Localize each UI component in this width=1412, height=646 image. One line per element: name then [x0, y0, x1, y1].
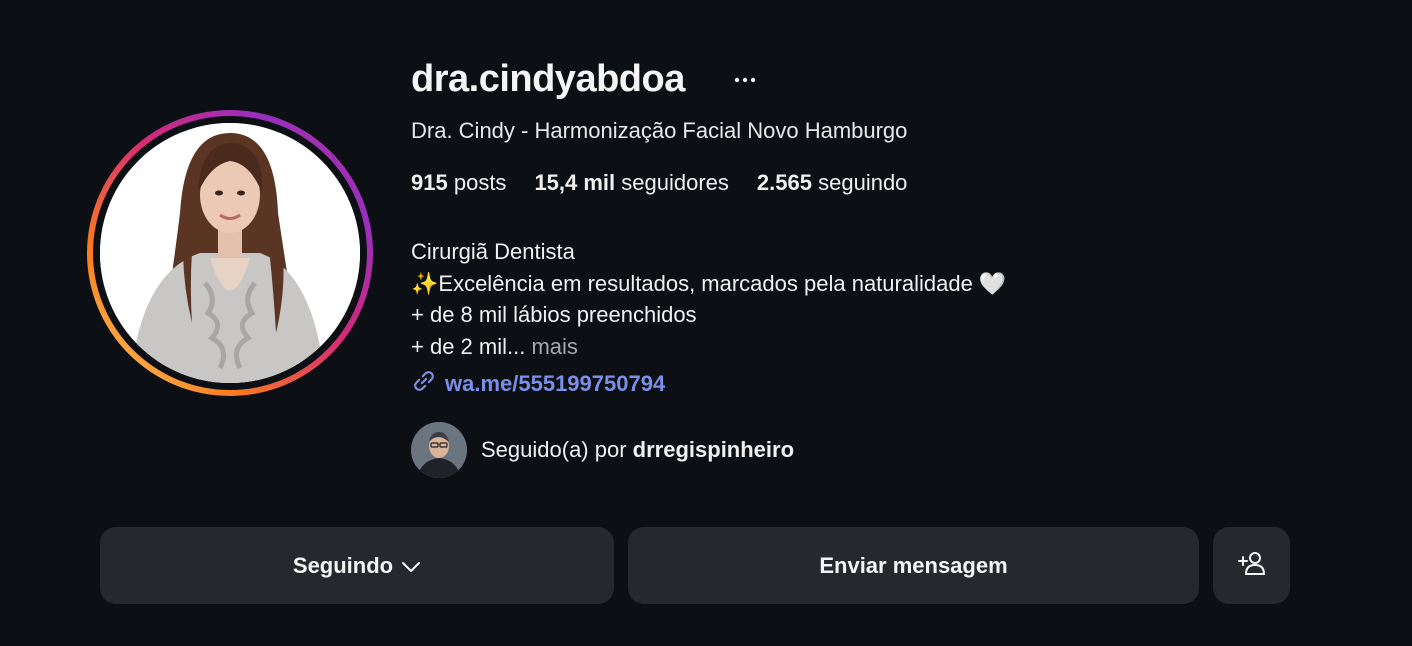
following-button-label: Seguindo: [292, 552, 394, 578]
ellipsis-icon[interactable]: [733, 68, 757, 92]
bio-line: + de 8 mil lábios preenchidos: [411, 302, 697, 327]
profile-page: dra.cindyabdoa Dra. Cindy - Harmonização…: [0, 0, 1412, 646]
external-link[interactable]: wa.me/555199750794: [411, 368, 665, 400]
following-label: seguindo: [818, 170, 908, 195]
bio-line: + de 2 mil... mais: [411, 331, 1006, 363]
add-person-icon: [1237, 550, 1266, 582]
profile-photo: [100, 123, 360, 383]
profile-photo-illustration: [100, 123, 360, 383]
following-button[interactable]: Seguindo: [100, 527, 614, 604]
chevron-down-icon: [401, 553, 421, 579]
send-message-label: Enviar mensagem: [819, 552, 1008, 578]
posts-count: 915: [411, 170, 448, 195]
external-link-text: wa.me/555199750794: [445, 371, 666, 396]
profile-bio: Cirurgiã Dentista ✨Excelência em resulta…: [411, 236, 1006, 362]
followed-by[interactable]: Seguido(a) por drregispinheiro: [411, 422, 794, 478]
send-message-button[interactable]: Enviar mensagem: [628, 527, 1199, 604]
followers-label: seguidores: [621, 170, 729, 195]
bio-line: Cirurgiã Dentista: [411, 239, 575, 264]
profile-username: dra.cindyabdoa: [411, 58, 685, 100]
following-count: 2.565: [756, 170, 812, 195]
profile-stats: 915 posts 15,4 mil seguidores 2.565 segu…: [411, 170, 907, 196]
link-icon: [411, 368, 437, 400]
bio-more-link[interactable]: mais: [531, 334, 577, 359]
followed-by-prefix: Seguido(a) por: [481, 437, 627, 462]
followers-count: 15,4 mil: [534, 170, 616, 195]
followers-stat[interactable]: 15,4 mil seguidores: [534, 170, 728, 196]
followed-by-text: Seguido(a) por drregispinheiro: [481, 437, 794, 463]
bio-line: ✨Excelência em resultados, marcados pela…: [411, 270, 1007, 296]
suggest-accounts-button[interactable]: [1213, 527, 1290, 604]
posts-label: posts: [453, 170, 507, 195]
bio-truncated-text: + de 2 mil...: [411, 333, 526, 359]
followed-by-username: drregispinheiro: [632, 437, 795, 462]
follower-avatar: [411, 422, 467, 478]
profile-full-name: Dra. Cindy - Harmonização Facial Novo Ha…: [411, 118, 908, 143]
following-stat[interactable]: 2.565 seguindo: [757, 170, 908, 196]
profile-avatar[interactable]: [87, 110, 373, 396]
posts-stat: 915 posts: [411, 170, 506, 196]
